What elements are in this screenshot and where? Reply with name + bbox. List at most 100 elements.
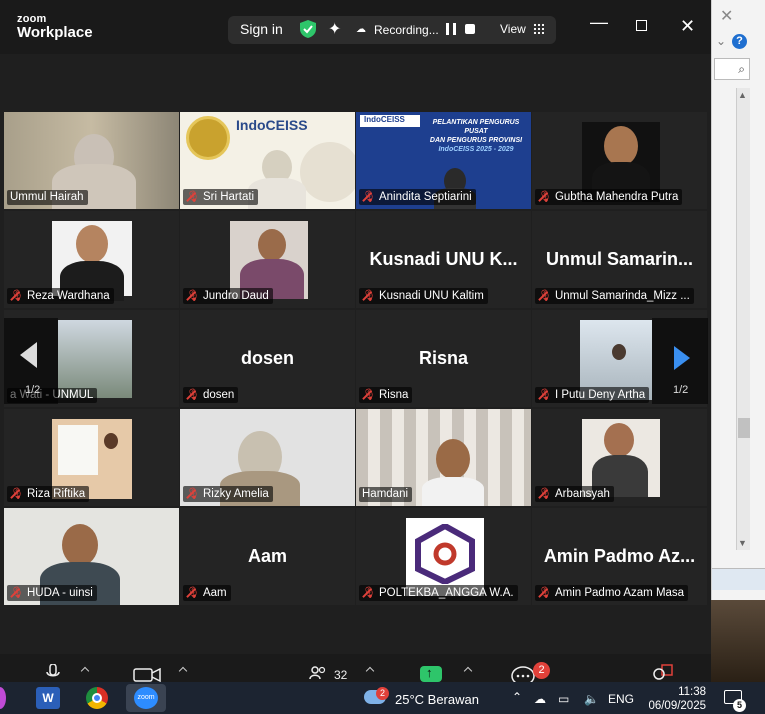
video-tile[interactable]: Ummul Hairah bbox=[4, 112, 179, 209]
chrome-icon[interactable] bbox=[86, 687, 108, 709]
name-tile[interactable]: Unmul Samarin... 🎙 Unmul Samarinda_Mizz .… bbox=[532, 211, 707, 308]
video-tile[interactable]: IndoCEISS 🎙 Sri Hartati bbox=[180, 112, 355, 209]
battery-icon[interactable]: ▭ bbox=[558, 692, 569, 706]
bg-footer bbox=[712, 568, 765, 590]
video-tile[interactable]: 🎙 Jundro Daud bbox=[180, 211, 355, 308]
participant-name: 🎙 Risna bbox=[359, 387, 413, 403]
word-icon[interactable]: W bbox=[36, 687, 60, 709]
background-window: ✕ ⌄ ? ⌕ ▲ ▼ bbox=[711, 0, 765, 600]
recording-status: Recording... bbox=[374, 23, 439, 37]
stop-icon[interactable] bbox=[465, 24, 475, 34]
video-tile[interactable]: 🎙 POLTEKBA_ANGGA W.A. bbox=[356, 508, 531, 605]
mic-muted-icon: 🎙 bbox=[186, 488, 200, 500]
video-tile[interactable]: 🎙 Gubtha Mahendra Putra bbox=[532, 112, 707, 209]
bg-search-icon[interactable]: ⌕ bbox=[714, 58, 750, 80]
participant-name: 🎙 Gubtha Mahendra Putra bbox=[535, 189, 683, 205]
poltekba-logo bbox=[415, 524, 475, 584]
name-tile[interactable]: Risna 🎙 Risna bbox=[356, 310, 531, 407]
pause-icon[interactable] bbox=[446, 23, 456, 35]
speaker-icon[interactable]: 🔈 bbox=[584, 692, 599, 706]
grid-icon[interactable] bbox=[533, 23, 544, 34]
minimize-button[interactable]: — bbox=[590, 12, 608, 33]
name-tile[interactable]: Aam 🎙 Aam bbox=[180, 508, 355, 605]
name-text: Anindita Septiarini bbox=[378, 191, 472, 203]
language-indicator[interactable]: ENG bbox=[608, 692, 634, 706]
chat-notification-badge: 2 bbox=[533, 662, 550, 679]
maximize-button[interactable] bbox=[636, 20, 647, 31]
previous-page-button[interactable]: 1/2 bbox=[4, 318, 58, 404]
microphone-icon[interactable] bbox=[46, 664, 60, 682]
mic-muted-icon: 🎙 bbox=[362, 587, 376, 599]
bg-close-icon[interactable]: ✕ bbox=[720, 6, 733, 26]
recording-cloud-icon: ☁ bbox=[356, 24, 366, 35]
help-icon[interactable]: ? bbox=[732, 34, 747, 49]
name-tile[interactable]: dosen 🎙 dosen bbox=[180, 310, 355, 407]
decor-circle bbox=[300, 142, 355, 202]
meeting-controls: 32 bbox=[0, 654, 711, 682]
tray-chevron-icon[interactable]: ⌃ bbox=[512, 690, 522, 704]
weather-text[interactable]: 25°C Berawan bbox=[395, 692, 479, 707]
share-options-caret[interactable] bbox=[463, 666, 473, 676]
name-text: Kusnadi UNU Kaltim bbox=[378, 290, 484, 302]
video-tile[interactable]: Hamdani bbox=[356, 409, 531, 506]
participant-display-name: Risna bbox=[418, 348, 469, 368]
bg-scrollbar[interactable]: ▲ ▼ bbox=[736, 88, 750, 550]
view-button[interactable]: View bbox=[500, 22, 526, 36]
name-tile[interactable]: Kusnadi UNU K... 🎙 Kusnadi UNU Kaltim bbox=[356, 211, 531, 308]
mic-muted-icon: 🎙 bbox=[362, 191, 376, 203]
participant-name: 🎙 Riza Riftika bbox=[7, 486, 90, 502]
zoom-icon: zoom bbox=[134, 687, 158, 709]
name-text: dosen bbox=[202, 389, 235, 401]
shield-check-icon[interactable] bbox=[300, 20, 316, 38]
participant-body bbox=[422, 477, 484, 506]
scroll-thumb[interactable] bbox=[738, 418, 750, 438]
participant-video bbox=[436, 439, 470, 479]
onedrive-icon[interactable]: ☁ bbox=[534, 692, 546, 706]
video-camera-icon[interactable] bbox=[133, 668, 161, 682]
app-icon[interactable] bbox=[0, 687, 6, 709]
participant-name: Ummul Hairah bbox=[7, 190, 88, 205]
video-tile[interactable]: 🎙 Rizky Amelia bbox=[180, 409, 355, 506]
mic-muted-icon: 🎙 bbox=[362, 290, 376, 302]
participant-display-name: Aam bbox=[247, 546, 287, 566]
pelantikan-banner: PELANTIKAN PENGURUS PUSAT DAN PENGURUS P… bbox=[422, 118, 530, 154]
mic-muted-icon: 🎙 bbox=[538, 290, 552, 302]
video-tile[interactable]: 🎙 Riza Riftika bbox=[4, 409, 179, 506]
name-text: Ummul Hairah bbox=[10, 191, 84, 203]
sign-in-button[interactable]: Sign in bbox=[240, 21, 283, 37]
participant-video bbox=[104, 433, 118, 449]
video-tile[interactable]: 🎙 Reza Wardhana bbox=[4, 211, 179, 308]
participant-name: 🎙 Reza Wardhana bbox=[7, 288, 114, 304]
participants-icon[interactable] bbox=[309, 666, 327, 680]
mic-muted-icon: 🎙 bbox=[186, 389, 200, 401]
scroll-up-icon[interactable]: ▲ bbox=[738, 90, 747, 100]
participant-name: 🎙 Sri Hartati bbox=[183, 189, 259, 205]
banner-line: IndoCEISS 2025 - 2029 bbox=[438, 146, 514, 153]
participant-name: 🎙 Jundro Daud bbox=[183, 288, 273, 304]
sparkle-icon[interactable]: ✦ bbox=[328, 19, 341, 39]
more-chat-icon[interactable] bbox=[511, 666, 535, 682]
arrow-left-icon bbox=[20, 342, 37, 368]
name-text: Jundro Daud bbox=[202, 290, 269, 302]
next-page-button[interactable]: 1/2 bbox=[652, 318, 708, 404]
apps-icon[interactable] bbox=[652, 664, 674, 682]
bg-chevron-icon[interactable]: ⌄ bbox=[716, 34, 726, 48]
audio-options-caret[interactable] bbox=[80, 666, 90, 676]
page-indicator: 1/2 bbox=[673, 384, 689, 396]
time: 11:38 bbox=[678, 686, 706, 698]
scroll-down-icon[interactable]: ▼ bbox=[738, 538, 747, 548]
zoom-taskbar-button[interactable]: zoom bbox=[126, 684, 166, 712]
share-screen-icon[interactable] bbox=[420, 665, 442, 682]
title-bar: zoom Workplace Sign in ✦ ☁ Recording... … bbox=[0, 0, 711, 54]
video-tile[interactable]: IndoCEISS PELANTIKAN PENGURUS PUSAT DAN … bbox=[356, 112, 531, 209]
participants-caret[interactable] bbox=[365, 666, 375, 676]
name-text: Reza Wardhana bbox=[26, 290, 110, 302]
video-tile[interactable]: 🎙 Arbansyah bbox=[532, 409, 707, 506]
participant-name: 🎙 Anindita Septiarini bbox=[359, 189, 476, 205]
name-tile[interactable]: Amin Padmo Az... 🎙 Amin Padmo Azam Masa bbox=[532, 508, 707, 605]
participant-name: 🎙 Unmul Samarinda_Mizz ... bbox=[535, 288, 694, 304]
close-button[interactable]: ✕ bbox=[680, 16, 695, 37]
clock[interactable]: 11:38 06/09/2025 bbox=[636, 685, 706, 713]
video-options-caret[interactable] bbox=[178, 666, 188, 676]
video-tile[interactable]: 🎙 HUDA - uinsi bbox=[4, 508, 179, 605]
